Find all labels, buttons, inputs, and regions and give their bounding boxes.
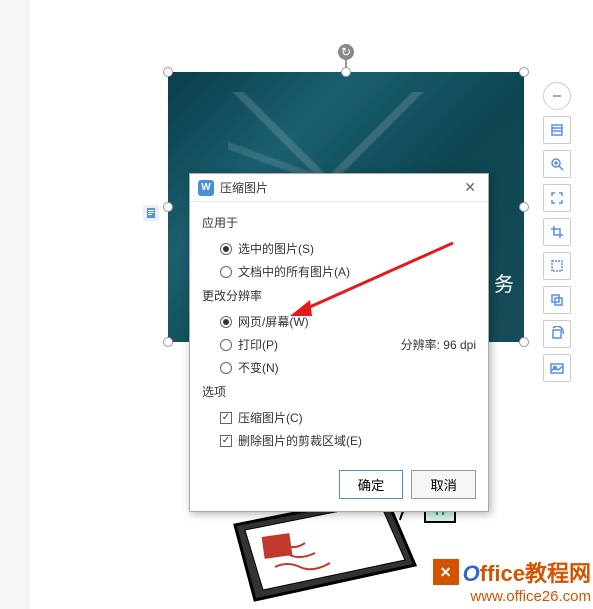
- option-label: 压缩图片(C): [238, 409, 303, 426]
- replace-image-button[interactable]: [543, 354, 571, 382]
- zoom-out-button[interactable]: [543, 82, 571, 110]
- option-label: 文档中的所有图片(A): [238, 263, 350, 280]
- radio-icon: [220, 243, 232, 255]
- brand-text: ffice教程网: [480, 561, 591, 586]
- resize-handle-n[interactable]: [341, 67, 351, 77]
- resize-handle-ne[interactable]: [519, 67, 529, 77]
- option-label: 选中的图片(S): [238, 240, 314, 257]
- right-toolbar: [543, 82, 573, 382]
- office-logo-icon: ✕: [433, 559, 459, 585]
- resize-handle-w[interactable]: [163, 202, 173, 212]
- watermark: ✕ Office教程网 www.office26.com: [433, 556, 591, 605]
- rotate-handle[interactable]: ↻: [338, 44, 354, 60]
- watermark-url: www.office26.com: [433, 588, 591, 605]
- option-label: 网页/屏幕(W): [238, 313, 309, 330]
- zoom-button[interactable]: [543, 150, 571, 178]
- option-label: 打印(P): [238, 336, 278, 353]
- radio-icon: [220, 266, 232, 278]
- option-selected-images[interactable]: 选中的图片(S): [202, 237, 476, 260]
- option-all-images[interactable]: 文档中的所有图片(A): [202, 260, 476, 283]
- option-web-screen[interactable]: 网页/屏幕(W): [202, 310, 476, 333]
- image-text-fragment: 务: [494, 268, 514, 297]
- cancel-button[interactable]: 取消: [411, 470, 476, 499]
- section-options: 选项: [202, 383, 476, 400]
- radio-icon: [220, 362, 232, 374]
- page-indicator: [143, 205, 159, 221]
- resize-handle-se[interactable]: [519, 337, 529, 347]
- checkbox-compress[interactable]: ✓ 压缩图片(C): [202, 406, 476, 429]
- rotate-button[interactable]: [543, 320, 571, 348]
- dpi-value: 分辨率: 96 dpi: [401, 336, 476, 353]
- copy-button[interactable]: [543, 286, 571, 314]
- section-resolution: 更改分辨率: [202, 287, 476, 304]
- checkbox-icon: ✓: [220, 412, 232, 424]
- option-print[interactable]: 打印(P) 分辨率: 96 dpi: [202, 333, 476, 356]
- option-label: 不变(N): [238, 359, 279, 376]
- settings-button[interactable]: [543, 252, 571, 280]
- wps-logo-icon: W: [198, 180, 214, 196]
- resize-handle-sw[interactable]: [163, 337, 173, 347]
- dialog-titlebar[interactable]: W 压缩图片 ✕: [190, 174, 488, 202]
- dialog-title: 压缩图片: [220, 179, 268, 196]
- crop-button[interactable]: [543, 218, 571, 246]
- checkbox-delete-crop[interactable]: ✓ 删除图片的剪裁区域(E): [202, 429, 476, 452]
- close-icon[interactable]: ✕: [460, 179, 480, 196]
- workspace: 务 ↻: [30, 0, 593, 609]
- resize-handle-nw[interactable]: [163, 67, 173, 77]
- compress-image-dialog: W 压缩图片 ✕ 应用于 选中的图片(S) 文档中的所有图片(A) 更改分辨率 …: [189, 173, 489, 512]
- checkbox-icon: ✓: [220, 435, 232, 447]
- ok-button[interactable]: 确定: [339, 470, 404, 499]
- option-label: 删除图片的剪裁区域(E): [238, 432, 362, 449]
- radio-icon: [220, 316, 232, 328]
- section-apply-to: 应用于: [202, 214, 476, 231]
- fit-width-button[interactable]: [543, 116, 571, 144]
- fullscreen-button[interactable]: [543, 184, 571, 212]
- radio-icon: [220, 339, 232, 351]
- brand-first-letter: O: [463, 561, 480, 586]
- resize-handle-e[interactable]: [519, 202, 529, 212]
- option-no-change[interactable]: 不变(N): [202, 356, 476, 379]
